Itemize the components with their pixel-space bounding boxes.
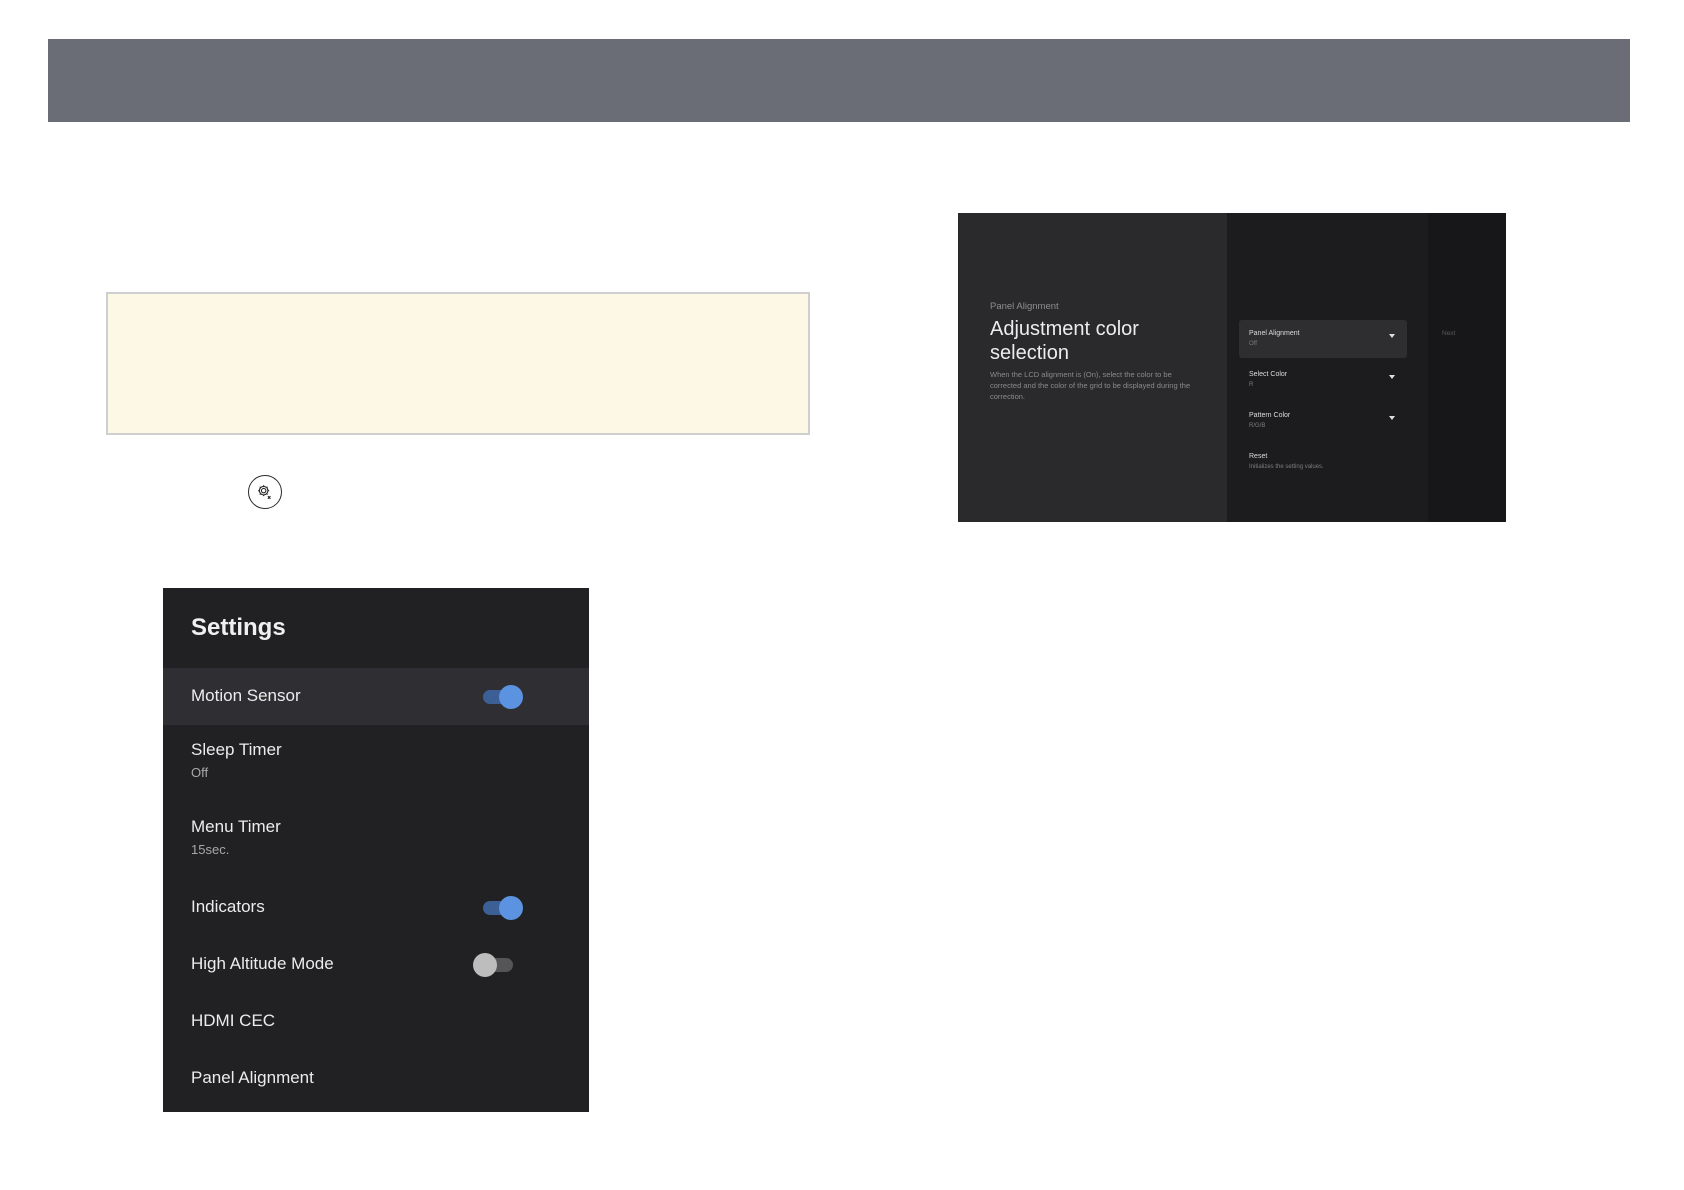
settings-title: Settings	[191, 614, 286, 641]
breadcrumb: Panel Alignment	[990, 301, 1059, 312]
high-altitude-toggle[interactable]	[473, 953, 513, 977]
option-label: Pattern Color	[1249, 412, 1291, 419]
chevron-down-icon	[1389, 375, 1395, 379]
panel-alignment-screen: Panel Alignment Adjustment color selecti…	[958, 213, 1506, 522]
settings-item-hdmi-cec[interactable]: HDMI CEC	[163, 993, 589, 1050]
settings-item-menu-timer[interactable]: Menu Timer 15sec.	[163, 802, 589, 879]
option-pattern-color[interactable]: Pattern Color R/G/B	[1239, 402, 1407, 440]
settings-item-high-altitude-mode[interactable]: High Altitude Mode	[163, 936, 589, 993]
chevron-down-icon	[1389, 334, 1395, 338]
option-value: Off	[1249, 341, 1257, 347]
note-box	[106, 292, 810, 435]
header-band	[48, 39, 1630, 122]
option-reset[interactable]: Reset Initializes the setting values.	[1239, 443, 1407, 481]
settings-item-motion-sensor[interactable]: Motion Sensor	[163, 668, 589, 725]
settings-panel: Settings Motion Sensor Sleep Timer Off M…	[163, 588, 589, 1112]
toggle-knob	[499, 685, 523, 709]
settings-item-label: Indicators	[191, 897, 265, 916]
settings-item-label: Menu Timer	[191, 817, 281, 836]
settings-item-label: Motion Sensor	[191, 686, 301, 705]
option-value: R/G/B	[1249, 423, 1266, 429]
gear-icon	[258, 485, 271, 500]
option-label: Panel Alignment	[1249, 330, 1300, 337]
page-title: Adjustment color selection	[990, 318, 1139, 364]
option-select-color[interactable]: Select Color R	[1239, 361, 1407, 399]
settings-item-label: Panel Alignment	[191, 1068, 314, 1087]
indicators-toggle[interactable]	[483, 896, 523, 920]
next-label: Next	[1442, 330, 1456, 337]
page-description: When the LCD alignment is (On), select t…	[990, 370, 1191, 401]
settings-item-label: High Altitude Mode	[191, 954, 334, 973]
settings-item-value: Off	[191, 765, 209, 780]
option-label: Select Color	[1249, 371, 1288, 378]
settings-item-label: Sleep Timer	[191, 740, 282, 759]
motion-sensor-toggle[interactable]	[483, 685, 523, 709]
next-pane	[1428, 213, 1506, 522]
option-label: Reset	[1249, 453, 1268, 460]
settings-item-label: HDMI CEC	[191, 1011, 276, 1030]
settings-item-sleep-timer[interactable]: Sleep Timer Off	[163, 725, 589, 802]
option-value: R	[1249, 382, 1254, 388]
option-panel-alignment[interactable]: Panel Alignment Off	[1239, 320, 1407, 358]
chevron-down-icon	[1389, 416, 1395, 420]
settings-item-value: 15sec.	[191, 842, 230, 857]
option-value: Initializes the setting values.	[1249, 464, 1324, 470]
settings-button[interactable]	[248, 475, 282, 509]
settings-item-indicators[interactable]: Indicators	[163, 879, 589, 936]
toggle-knob	[473, 953, 497, 977]
settings-item-panel-alignment[interactable]: Panel Alignment	[163, 1050, 589, 1107]
toggle-knob	[499, 896, 523, 920]
